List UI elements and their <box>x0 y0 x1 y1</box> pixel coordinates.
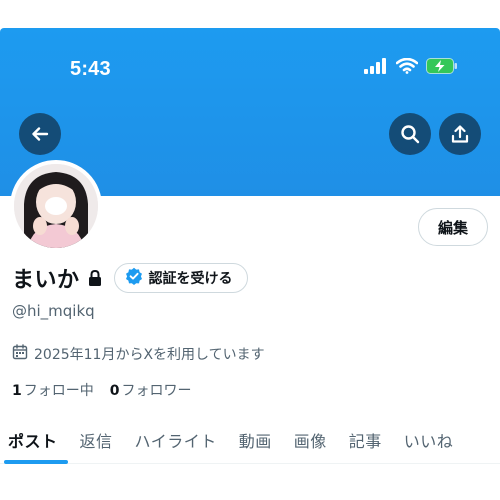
verified-badge-icon <box>125 267 143 289</box>
get-verified-button[interactable]: 認証を受ける <box>113 263 248 293</box>
following-count: 1 <box>12 383 22 399</box>
arrow-left-icon <box>30 124 50 144</box>
lock-icon <box>88 269 102 287</box>
status-icons <box>364 58 458 74</box>
tab-replies[interactable]: 返信 <box>80 418 113 452</box>
share-icon <box>450 124 470 144</box>
wifi-icon <box>396 58 418 74</box>
back-button[interactable] <box>19 113 61 155</box>
tab-posts[interactable]: ポスト <box>8 418 58 452</box>
battery-charging-icon <box>426 58 458 74</box>
profile-screen: 5:43 編集 まいか 認証を受ける @hi_mqikq 2025年11月からX… <box>0 0 500 500</box>
following-link[interactable]: 1 フォロー中 <box>12 380 94 400</box>
followers-count: 0 <box>109 383 120 399</box>
search-icon <box>400 124 420 144</box>
tab-likes[interactable]: いいね <box>404 418 454 452</box>
followers-link[interactable]: 0 フォロワー <box>110 380 192 400</box>
get-verified-label: 認証を受ける <box>148 271 233 287</box>
joined-date: 2025年11月からXを利用しています <box>12 344 265 364</box>
tab-highlights[interactable]: ハイライト <box>135 418 217 452</box>
avatar[interactable] <box>10 160 102 252</box>
display-name: まいか <box>12 268 80 293</box>
profile-tabs: ポスト 返信 ハイライト 動画 画像 記事 いいね <box>0 418 500 464</box>
signal-icon <box>364 58 388 74</box>
following-label: フォロー中 <box>23 383 94 399</box>
name-row: まいか 認証を受ける <box>12 262 248 294</box>
edit-profile-button[interactable]: 編集 <box>418 208 488 246</box>
active-tab-indicator <box>4 460 68 464</box>
follow-stats: 1 フォロー中 0 フォロワー <box>12 380 192 400</box>
share-button[interactable] <box>439 113 481 155</box>
followers-label: フォロワー <box>121 383 192 399</box>
tab-videos[interactable]: 動画 <box>239 418 272 452</box>
tab-articles[interactable]: 記事 <box>349 418 382 452</box>
status-time: 5:43 <box>70 58 111 80</box>
tab-photos[interactable]: 画像 <box>294 418 327 452</box>
user-handle: @hi_mqikq <box>12 302 95 320</box>
search-button[interactable] <box>389 113 431 155</box>
joined-text: 2025年11月からXを利用しています <box>34 347 265 363</box>
calendar-icon <box>12 344 28 364</box>
